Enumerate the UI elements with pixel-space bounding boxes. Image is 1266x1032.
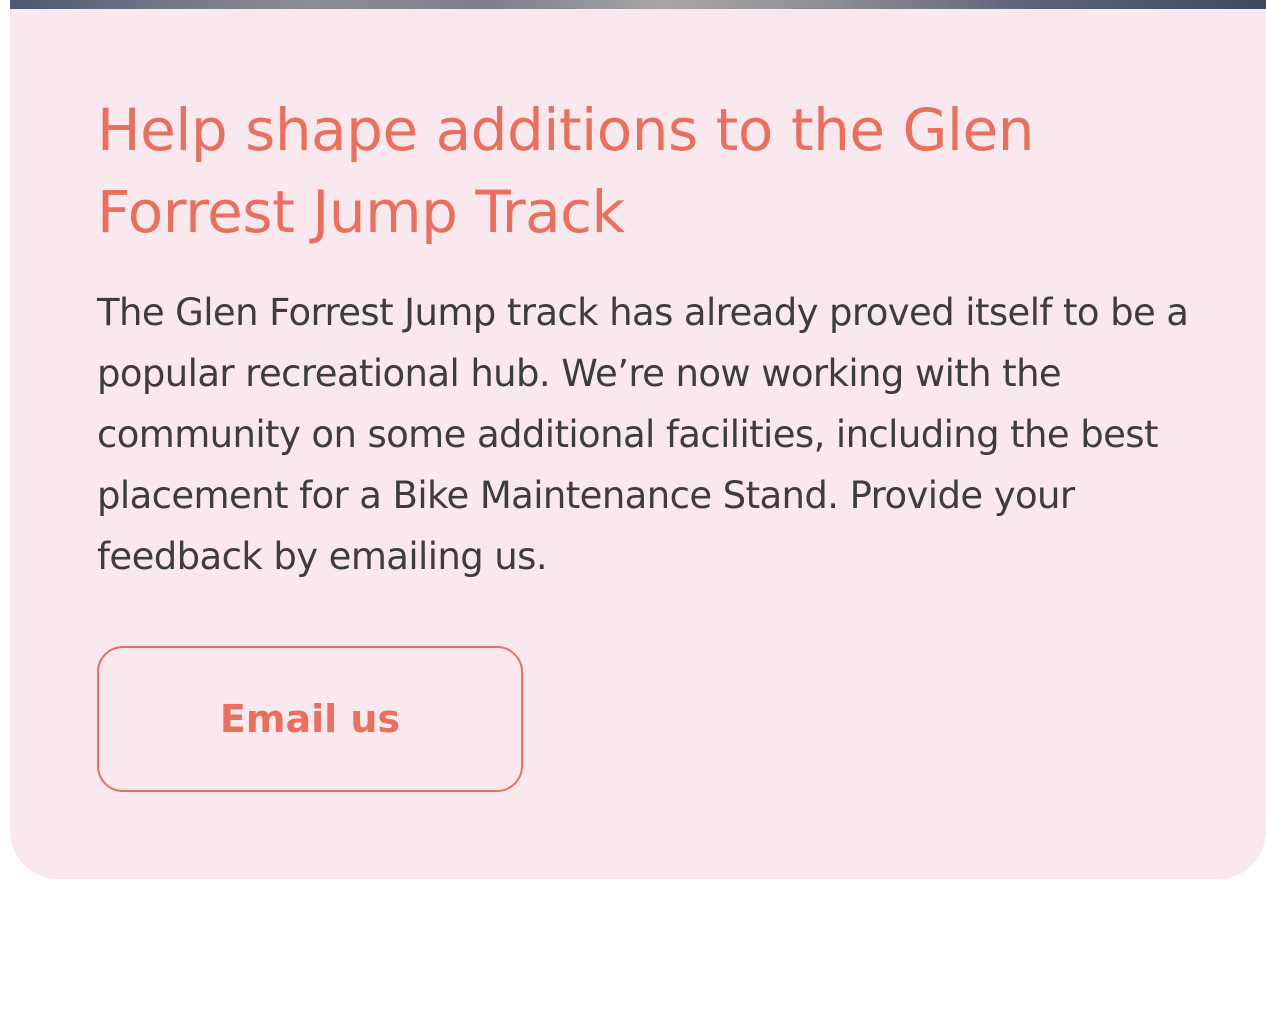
hero-image (10, 0, 1266, 9)
card-description: The Glen Forrest Jump track has already … (97, 291, 1189, 578)
feedback-card: Help shape additions to the Glen Forrest… (10, 9, 1266, 879)
email-us-button[interactable]: Email us (97, 646, 523, 792)
card-title: Help shape additions to the Glen Forrest… (97, 96, 1034, 246)
page: Help shape additions to the Glen Forrest… (0, 0, 1266, 1032)
